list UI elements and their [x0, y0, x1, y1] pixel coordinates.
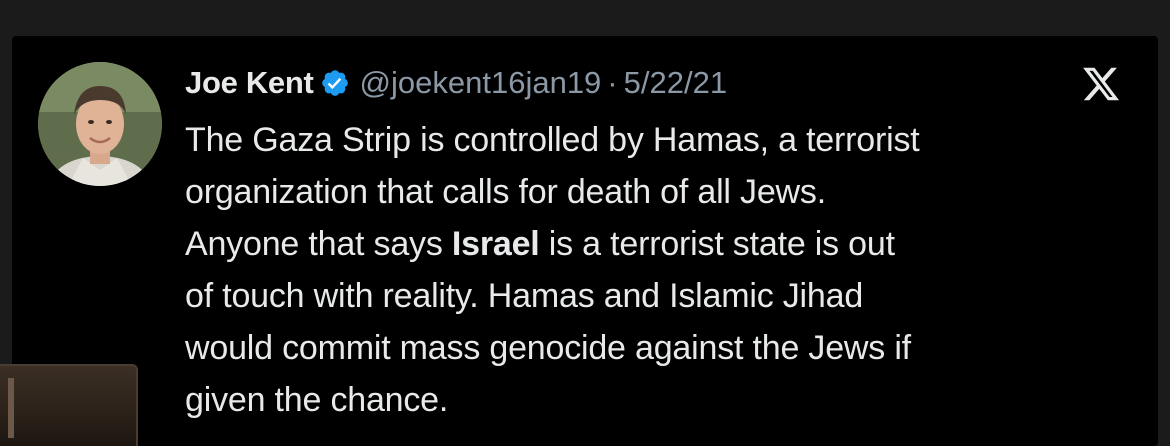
x-logo-icon[interactable] [1080, 64, 1122, 104]
tweet-text: The Gaza Strip is controlled by Hamas, a… [185, 114, 1145, 426]
separator-dot: · [607, 65, 618, 100]
bold-word-israel: Israel [451, 225, 540, 263]
tweet-line: of touch with reality. Hamas and Islamic… [185, 277, 864, 315]
tweet-line: would commit mass genocide against the J… [185, 329, 911, 367]
tweet-line: The Gaza Strip is controlled by Hamas, a… [185, 121, 920, 159]
background-photo-corner [0, 364, 138, 446]
avatar-photo [38, 62, 162, 186]
tweet-line: Anyone that says Israel is a terrorist s… [185, 225, 895, 263]
tweet-header: Joe Kent @joekent16jan19 · 5/22/21 [185, 58, 727, 108]
tweet-line: given the chance. [185, 381, 449, 419]
author-name[interactable]: Joe Kent [185, 65, 314, 101]
tweet-line: organization that calls for death of all… [185, 173, 826, 211]
avatar[interactable] [38, 62, 162, 186]
tweet-date[interactable]: 5/22/21 [624, 65, 727, 101]
screenshot-frame: Joe Kent @joekent16jan19 · 5/22/21 The G… [0, 0, 1170, 446]
author-handle[interactable]: @joekent16jan19 [360, 65, 602, 101]
photo-detail [8, 378, 14, 438]
verified-badge-icon [320, 68, 350, 98]
